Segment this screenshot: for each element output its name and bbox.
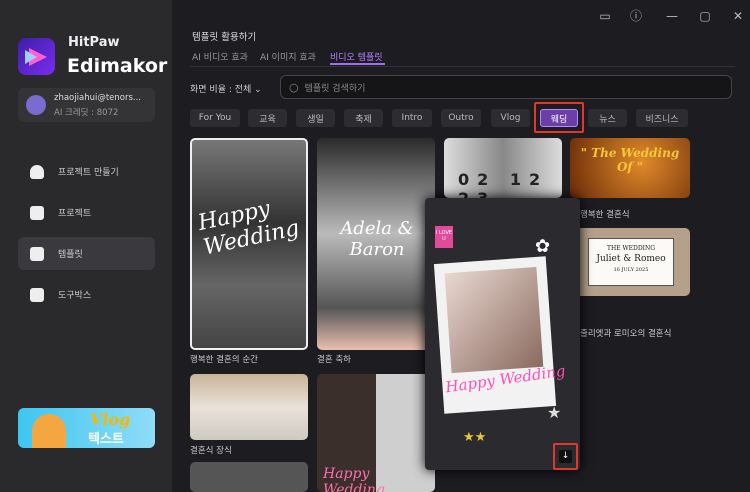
close-icon[interactable]: ✕ [730,8,746,24]
sticker-text: I LOVE U [435,226,453,248]
template-card[interactable]: THE WEDDING Juliet & Romeo 16 JULY 2025 [570,228,690,296]
flower-icon: ✿ [535,236,551,257]
template-art-text: 02 12 23 [458,170,549,198]
template-card[interactable] [190,374,308,440]
template-art-text: 16 JULY 2025 [613,267,649,273]
chip-news[interactable]: 뉴스 [588,109,627,127]
maximize-icon[interactable]: ▢ [697,8,713,24]
ai-credits: AI 크레딧 : 8072 [54,108,119,118]
active-tab-indicator [330,63,385,65]
template-preview-popup: I LOVE U ✿ Happy Wedding ★ ★★ ↓ [425,198,580,470]
star-icon: ★★ [463,430,487,445]
sidebar-item-label: 도구박스 [58,291,92,301]
folder-icon [30,205,44,220]
sidebar-item-toolbox[interactable]: 도구박스 [18,278,155,311]
sidebar: HitPaw Edimakor zhaojiahui@tenors... AI … [0,0,172,492]
star-icon: ★ [547,403,562,422]
sidebar-item-projects[interactable]: 프로젝트 [18,196,155,229]
chip-outro[interactable]: Outro [441,109,481,127]
template-art-text: " The Wedding Of " [580,146,680,174]
banner-subtitle: 텍스트 [88,432,124,447]
template-label: 결혼 축하 [317,355,351,365]
brand-top: HitPaw [68,35,120,50]
feedback-icon[interactable]: ▭ [597,8,613,24]
home-icon [30,164,44,179]
dice-icon [30,287,44,302]
chip-for-you[interactable]: For You [190,109,240,127]
divider [190,66,735,67]
template-card[interactable]: Happy Wedding [190,138,308,350]
chip-education[interactable]: 교육 [248,109,287,127]
aspect-ratio-select[interactable]: 화면 비율 : 전체 ⌄ [190,82,262,95]
tab-ai-video-effects[interactable]: AI 비디오 효과 [192,50,248,63]
template-label: 행복한 결혼의 순간 [190,355,258,365]
template-card[interactable]: Happy Wedding [317,374,435,492]
template-art-text: Happy Wedding [195,196,302,261]
user-email: zhaojiahui@tenors... [54,93,142,103]
minimize-icon[interactable]: — [664,8,680,24]
brand-name: Edimakor [67,55,168,77]
chevron-down-icon: ⌄ [254,85,262,95]
vlog-promo-banner[interactable]: Vlog 텍스트 [18,408,155,448]
chip-birthday[interactable]: 생일 [296,109,335,127]
banner-image [32,414,66,448]
sidebar-item-label: 프로젝트 만들기 [58,168,119,178]
banner-title: Vlog [90,410,131,429]
template-label: 줄리엣과 로미오의 결혼식 [580,329,672,339]
template-art-text: THE WEDDING [606,245,656,252]
chip-intro[interactable]: Intro [392,109,432,127]
template-card[interactable]: " The Wedding Of " [570,138,690,198]
template-label: 행복한 결혼식 [580,210,630,220]
template-art-text: Adela & Baron [340,218,414,260]
chip-festival[interactable]: 축제 [344,109,383,127]
tab-video-templates[interactable]: 비디오 템플릿 [330,50,383,63]
chip-business[interactable]: 비즈니스 [636,109,688,127]
sidebar-item-create-project[interactable]: 프로젝트 만들기 [18,155,155,188]
user-card[interactable]: zhaojiahui@tenors... AI 크레딧 : 8072 [18,88,155,122]
template-art-text: Juliet & Romeo [596,254,666,264]
sidebar-item-label: 템플릿 [58,250,83,260]
avatar [26,95,46,115]
template-card[interactable]: 02 12 23 [444,138,562,198]
sidebar-item-templates[interactable]: 템플릿 [18,237,155,270]
chip-vlog[interactable]: Vlog [491,109,530,127]
page-title: 템플릿 활용하기 [192,32,257,43]
template-card[interactable] [190,462,308,492]
search-icon: ○ [289,80,299,94]
download-icon[interactable]: ↓ [559,450,572,463]
template-card[interactable]: Adela & Baron [317,138,435,350]
tab-ai-image-effects[interactable]: AI 이미지 효과 [260,50,316,63]
template-icon [30,246,44,261]
template-label: 결혼식 장식 [190,446,232,456]
template-art-text: Happy Wedding [323,466,385,492]
info-icon[interactable]: ⓘ [628,8,644,24]
chip-wedding[interactable]: 웨딩 [540,109,578,127]
sidebar-item-label: 프로젝트 [58,209,92,219]
search-input[interactable]: ○ 템플릿 검색하기 [280,75,732,99]
aspect-ratio-value: 화면 비율 : 전체 [190,85,252,95]
search-placeholder: 템플릿 검색하기 [304,83,366,94]
app-logo [18,38,55,75]
